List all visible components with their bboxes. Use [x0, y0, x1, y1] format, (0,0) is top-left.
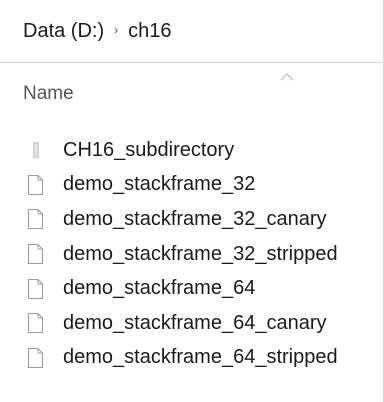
- list-item-file[interactable]: demo_stackframe_32: [0, 168, 383, 203]
- breadcrumb-drive[interactable]: Data (D:): [23, 20, 104, 43]
- list-item-label: demo_stackframe_64: [63, 277, 256, 300]
- file-icon: [28, 174, 43, 195]
- list-item-label: demo_stackframe_32_canary: [63, 207, 327, 230]
- list-item-file[interactable]: demo_stackframe_64: [0, 271, 383, 306]
- folder-icon: [33, 142, 39, 159]
- list-item-folder[interactable]: CH16_subdirectory: [0, 133, 383, 168]
- sort-ascending-icon: [280, 73, 294, 81]
- file-list: CH16_subdirectory demo_stackframe_32 dem…: [0, 133, 383, 375]
- list-item-file[interactable]: demo_stackframe_64_canary: [0, 306, 383, 341]
- list-item-file[interactable]: demo_stackframe_32_stripped: [0, 237, 383, 272]
- list-item-label: CH16_subdirectory: [63, 138, 235, 161]
- column-name-header[interactable]: Name: [23, 83, 74, 105]
- list-item-label: demo_stackframe_64_canary: [63, 311, 327, 334]
- address-bar[interactable]: Data (D:) › ch16: [0, 0, 383, 63]
- list-item-file[interactable]: demo_stackframe_64_stripped: [0, 341, 383, 376]
- list-item-file[interactable]: demo_stackframe_32_canary: [0, 202, 383, 237]
- breadcrumb-folder[interactable]: ch16: [128, 20, 171, 43]
- column-header[interactable]: Name: [0, 63, 383, 118]
- list-item-label: demo_stackframe_64_stripped: [63, 346, 338, 369]
- list-item-label: demo_stackframe_32_stripped: [63, 242, 338, 265]
- file-icon: [28, 244, 43, 265]
- file-icon: [28, 313, 43, 334]
- breadcrumb-separator-icon[interactable]: ›: [114, 23, 118, 37]
- file-icon: [28, 278, 43, 299]
- file-icon: [28, 347, 43, 368]
- list-item-label: demo_stackframe_32: [63, 173, 256, 196]
- file-icon: [28, 209, 43, 230]
- file-explorer-window: Data (D:) › ch16 Name CH16_subdirectory …: [0, 0, 384, 402]
